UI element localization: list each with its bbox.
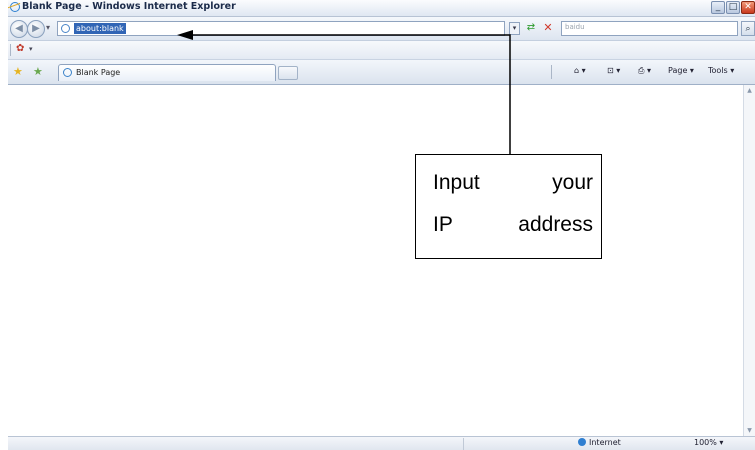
search-input-value: baidu [565, 23, 585, 31]
navigation-bar: ◀ ▶ ▾ about:blank ▾ ⇄ ✕ baidu ⌕ [8, 17, 755, 41]
stop-button[interactable]: ✕ [541, 21, 555, 35]
page-icon [61, 24, 70, 33]
home-button[interactable]: ⌂ ▾ [574, 66, 586, 75]
close-button[interactable]: ✕ [741, 1, 755, 14]
ie-window: Blank Page - Windows Internet Explorer _… [8, 0, 755, 450]
address-bar[interactable]: about:blank [57, 21, 505, 36]
forward-button[interactable]: ▶ [27, 20, 45, 38]
annotation-line-1: Input your [433, 171, 593, 195]
command-bar-separator [551, 65, 552, 79]
ie-logo-icon [10, 2, 20, 12]
annotation-word: address [518, 213, 593, 236]
refresh-button[interactable]: ⇄ [524, 21, 538, 35]
favorites-center-icon[interactable]: ★ [13, 65, 23, 78]
tab-label: Blank Page [76, 68, 121, 77]
zone-label: Internet [589, 438, 621, 447]
zoom-level[interactable]: 100% ▾ [694, 438, 723, 447]
annotation-word: IP [433, 213, 453, 236]
status-bar: Internet 100% ▾ [8, 436, 755, 450]
new-tab-button[interactable] [278, 66, 298, 80]
back-button[interactable]: ◀ [10, 20, 28, 38]
zoom-value: 100% [694, 438, 717, 447]
feeds-button[interactable]: ⊡ ▾ [607, 66, 620, 75]
links-bar: ✿ ▾ [8, 41, 755, 60]
print-button[interactable]: ⎙ ▾ [638, 66, 651, 76]
tab-page-icon [63, 68, 72, 77]
add-favorite-icon[interactable]: ★ [33, 65, 43, 78]
annotation-word: your [552, 171, 593, 194]
window-controls: _ □ ✕ [711, 1, 755, 15]
tab-bar: ★ ★ Blank Page ⌂ ▾ ⊡ ▾ ⎙ ▾ Page ▾ Tools … [8, 60, 755, 85]
tools-menu-button[interactable]: Tools ▾ [708, 66, 734, 75]
minimize-button[interactable]: _ [711, 1, 725, 14]
annotation-callout: Input your IP address [415, 154, 602, 259]
status-panels [463, 438, 574, 450]
security-zone: Internet [578, 438, 621, 447]
page-menu-button[interactable]: Page ▾ [668, 66, 694, 75]
annotation-word: Input [433, 171, 480, 194]
zoom-dropdown-icon[interactable]: ▾ [719, 438, 723, 447]
search-button[interactable]: ⌕ [741, 21, 755, 36]
globe-icon [578, 438, 586, 446]
annotation-line-2: IP address [433, 213, 593, 237]
tab-blank-page[interactable]: Blank Page [58, 64, 276, 81]
addon-dropdown-icon[interactable]: ▾ [29, 45, 33, 53]
scroll-down-icon[interactable]: ▼ [744, 427, 755, 434]
addon-icon[interactable]: ✿ [16, 43, 24, 54]
scroll-up-icon[interactable]: ▲ [744, 87, 755, 94]
title-bar: Blank Page - Windows Internet Explorer _… [8, 0, 755, 17]
maximize-button[interactable]: □ [726, 1, 740, 14]
search-input[interactable]: baidu [561, 21, 738, 36]
page-content-area[interactable] [8, 85, 743, 436]
address-input-value[interactable]: about:blank [74, 23, 126, 34]
window-title: Blank Page - Windows Internet Explorer [22, 1, 236, 12]
history-dropdown-icon[interactable]: ▾ [46, 23, 50, 32]
vertical-scrollbar[interactable]: ▲ ▼ [743, 85, 755, 436]
address-dropdown-button[interactable]: ▾ [509, 22, 520, 35]
toolbar-grip [10, 44, 11, 56]
